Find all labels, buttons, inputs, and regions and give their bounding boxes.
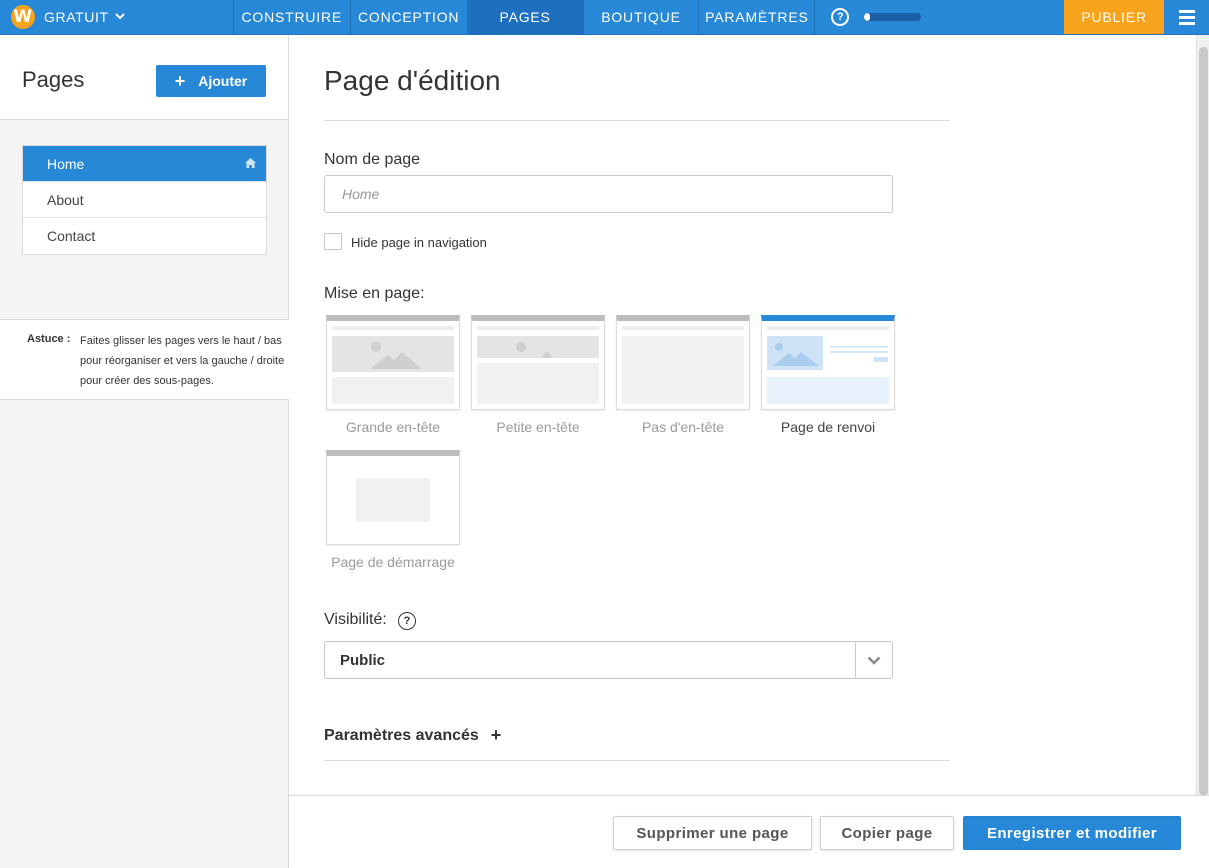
scrollbar[interactable] <box>1196 35 1209 795</box>
page-editor: Page d'édition Nom de page Hide page in … <box>290 35 1196 795</box>
tab-pages[interactable]: PAGES <box>467 0 584 34</box>
layout-label: Mise en page: <box>324 285 425 302</box>
editor-footer: Supprimer une page Copier page Enregistr… <box>289 795 1209 868</box>
tab-boutique[interactable]: BOUTIQUE <box>584 0 700 34</box>
layout-option-grande-en-tete[interactable]: Grande en-tête <box>326 315 460 435</box>
plus-icon: + <box>490 725 502 745</box>
tip-text: Faites glisser les pages vers le haut / … <box>80 335 285 387</box>
add-page-button[interactable]: + Ajouter <box>156 65 266 97</box>
layout-option-page-de-renvoi[interactable]: Page de renvoi <box>761 315 895 435</box>
divider <box>324 120 950 121</box>
tab-parametres[interactable]: PARAMÈTRES <box>699 0 816 34</box>
page-list-item-contact[interactable]: Contact <box>23 218 266 254</box>
layout-name: Grande en-tête <box>345 419 441 435</box>
plan-selector[interactable]: W GRATUIT <box>0 0 234 34</box>
layout-thumbnail <box>326 315 460 410</box>
page-name-input[interactable] <box>324 175 893 213</box>
chevron-down-icon <box>855 642 892 678</box>
sidebar-title: Pages <box>22 67 85 92</box>
top-navigation-bar: W GRATUIT CONSTRUIRE CONCEPTION PAGES BO… <box>0 0 1209 35</box>
hide-page-label: Hide page in navigation <box>351 235 487 250</box>
layout-thumbnail <box>616 315 750 410</box>
hamburger-menu-icon[interactable] <box>1164 0 1209 34</box>
tip-label: Astuce : <box>27 333 71 345</box>
page-title: Page d'édition <box>324 65 501 96</box>
plus-icon: + <box>174 70 186 91</box>
layout-name: Petite en-tête <box>496 419 580 435</box>
page-list-item-about[interactable]: About <box>23 182 266 218</box>
weebly-logo-icon: W <box>11 5 35 29</box>
tab-construire[interactable]: CONSTRUIRE <box>234 0 351 34</box>
visibility-select[interactable]: Public <box>324 641 893 679</box>
divider <box>324 760 950 761</box>
advanced-settings-label: Paramètres avancés <box>324 726 479 744</box>
copy-page-button[interactable]: Copier page <box>820 816 954 850</box>
plan-label: GRATUIT <box>44 9 109 25</box>
page-list-item-label: Home <box>47 155 85 172</box>
page-list-item-label: About <box>47 191 84 208</box>
page-list-item-label: Contact <box>47 228 96 244</box>
layout-name: Pas d'en-tête <box>641 419 725 435</box>
layout-option-pas-d-en-tete[interactable]: Pas d'en-tête <box>616 315 750 435</box>
save-and-edit-button[interactable]: Enregistrer et modifier <box>963 816 1181 850</box>
page-list-item-home[interactable]: Home <box>23 146 266 182</box>
progress-fill <box>864 13 871 21</box>
sidebar-header: Pages + Ajouter <box>0 35 288 120</box>
add-page-label: Ajouter <box>198 73 248 89</box>
advanced-settings-toggle[interactable]: Paramètres avancés + <box>324 725 501 746</box>
hide-page-checkbox[interactable] <box>324 233 342 250</box>
visibility-select-value: Public <box>340 651 386 669</box>
visibility-help-icon[interactable]: ? <box>398 612 416 630</box>
tab-conception[interactable]: CONCEPTION <box>351 0 468 34</box>
layout-thumbnail <box>761 315 895 410</box>
layout-option-petite-en-tete[interactable]: Petite en-tête <box>471 315 605 435</box>
layout-option-page-de-demarrage[interactable]: Page de démarrage <box>326 450 460 570</box>
layout-name: Page de renvoi <box>780 419 876 435</box>
page-list: Home About Contact <box>22 145 267 255</box>
visibility-label: Visibilité: <box>324 611 387 628</box>
pages-sidebar: Pages + Ajouter Home About Contact Astuc… <box>0 35 289 868</box>
layout-name: Page de démarrage <box>331 554 455 570</box>
layout-thumbnail <box>326 450 460 545</box>
site-progress-bar <box>864 13 922 21</box>
layout-thumbnail <box>471 315 605 410</box>
toolbar-tools: ? <box>815 0 1064 34</box>
page-name-label: Nom de page <box>324 151 421 168</box>
scrollbar-thumb[interactable] <box>1199 47 1208 795</box>
help-icon[interactable]: ? <box>831 8 850 26</box>
tip-box: Astuce : Faites glisser les pages vers l… <box>0 319 289 400</box>
home-icon <box>245 158 256 168</box>
publish-button[interactable]: PUBLIER <box>1064 0 1165 34</box>
chevron-down-icon <box>114 11 125 23</box>
delete-page-button[interactable]: Supprimer une page <box>613 816 812 850</box>
